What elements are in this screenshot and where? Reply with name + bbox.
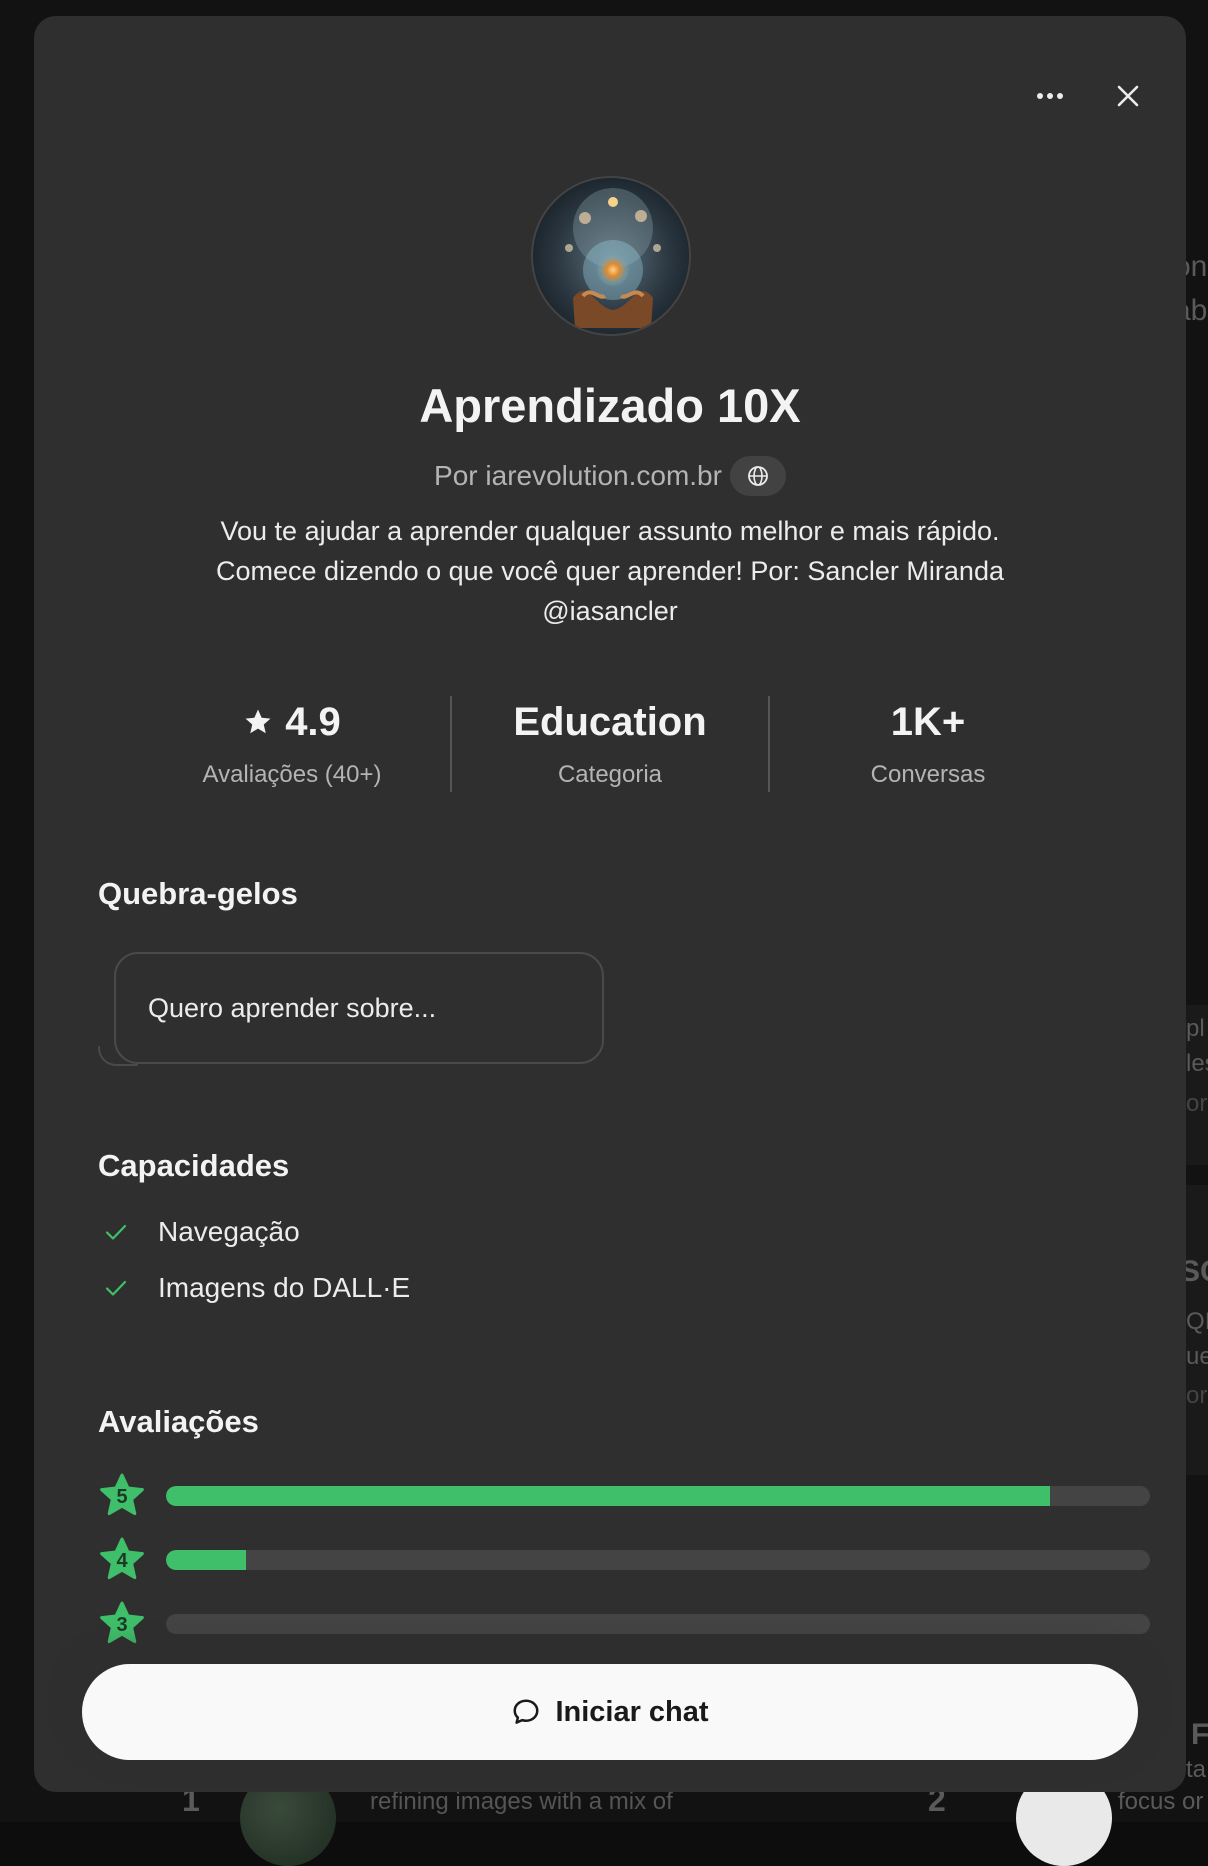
modal-scroll-area[interactable]: Aprendizado 10X Por iarevolution.com.br … bbox=[34, 16, 1186, 1792]
rating-bar-fill bbox=[166, 1550, 246, 1570]
star-badge-number: 4 bbox=[98, 1536, 146, 1584]
background-text: refining images with a mix of bbox=[370, 1788, 673, 1816]
rating-bar bbox=[166, 1614, 1150, 1634]
globe-icon[interactable] bbox=[730, 456, 786, 496]
background-text: focus or bbox=[1118, 1788, 1203, 1816]
gpt-title: Aprendizado 10X bbox=[34, 378, 1186, 433]
star-icon bbox=[243, 707, 273, 737]
stat-value: 4.9 bbox=[243, 700, 341, 745]
chat-bubble-icon bbox=[511, 1697, 541, 1727]
close-icon[interactable] bbox=[1110, 78, 1146, 114]
conversation-starter[interactable]: Quero aprender sobre... bbox=[114, 952, 604, 1064]
rating-bar-fill bbox=[166, 1486, 1050, 1506]
rating-bar bbox=[166, 1486, 1150, 1506]
star-badge-icon: 5 bbox=[98, 1472, 146, 1520]
rating-row-3: 3 bbox=[98, 1599, 1158, 1649]
star-badge-icon: 3 bbox=[98, 1600, 146, 1648]
gpt-avatar bbox=[531, 176, 691, 336]
background-text: ta bbox=[1186, 1756, 1206, 1784]
section-title-capabilities: Capacidades bbox=[98, 1148, 289, 1184]
star-badge-number: 3 bbox=[98, 1600, 146, 1648]
background-text: QI bbox=[1186, 1308, 1208, 1336]
capability-item: Navegação bbox=[98, 1214, 300, 1250]
rating-bar bbox=[166, 1550, 1150, 1570]
check-icon bbox=[98, 1214, 134, 1250]
stats-row: 4.9 Avaliações (40+) Education Categoria… bbox=[134, 696, 1086, 792]
stat-label: Conversas bbox=[871, 761, 986, 789]
start-chat-button[interactable]: Iniciar chat bbox=[82, 1664, 1138, 1760]
starter-bubble-tail bbox=[98, 1046, 138, 1066]
gpt-byline: Por iarevolution.com.br bbox=[34, 456, 1186, 496]
stat-value: Education bbox=[513, 700, 706, 745]
background-text: or bbox=[1186, 1382, 1207, 1410]
stat-conversations: 1K+ Conversas bbox=[770, 696, 1086, 792]
more-horizontal-icon[interactable] bbox=[1032, 78, 1068, 114]
rating-row-5: 5 bbox=[98, 1471, 1158, 1521]
rating-row-4: 4 bbox=[98, 1535, 1158, 1585]
gpt-details-modal: Aprendizado 10X Por iarevolution.com.br … bbox=[34, 16, 1186, 1792]
stat-category: Education Categoria bbox=[452, 696, 768, 792]
gpt-description: Vou te ajudar a aprender qualquer assunt… bbox=[174, 511, 1046, 631]
capability-label: Imagens do DALL·E bbox=[158, 1272, 410, 1304]
start-chat-label: Iniciar chat bbox=[555, 1696, 708, 1729]
stat-label: Avaliações (40+) bbox=[203, 761, 382, 789]
modal-actions bbox=[1032, 78, 1146, 114]
author-name: Por iarevolution.com.br bbox=[434, 460, 722, 492]
section-title-starters: Quebra-gelos bbox=[98, 876, 298, 912]
stat-value: 1K+ bbox=[891, 700, 966, 745]
stat-label: Categoria bbox=[558, 761, 662, 789]
stat-rating: 4.9 Avaliações (40+) bbox=[134, 696, 450, 792]
capability-item: Imagens do DALL·E bbox=[98, 1270, 410, 1306]
section-title-ratings: Avaliações bbox=[98, 1404, 259, 1440]
star-badge-icon: 4 bbox=[98, 1536, 146, 1584]
check-icon bbox=[98, 1270, 134, 1306]
background-text: les bbox=[1186, 1050, 1208, 1078]
background-text: ue bbox=[1186, 1343, 1208, 1371]
capability-label: Navegação bbox=[158, 1216, 300, 1248]
star-badge-number: 5 bbox=[98, 1472, 146, 1520]
background-text: pl bbox=[1186, 1015, 1205, 1043]
rating-value: 4.9 bbox=[285, 700, 341, 745]
background-text: or bbox=[1186, 1090, 1207, 1118]
